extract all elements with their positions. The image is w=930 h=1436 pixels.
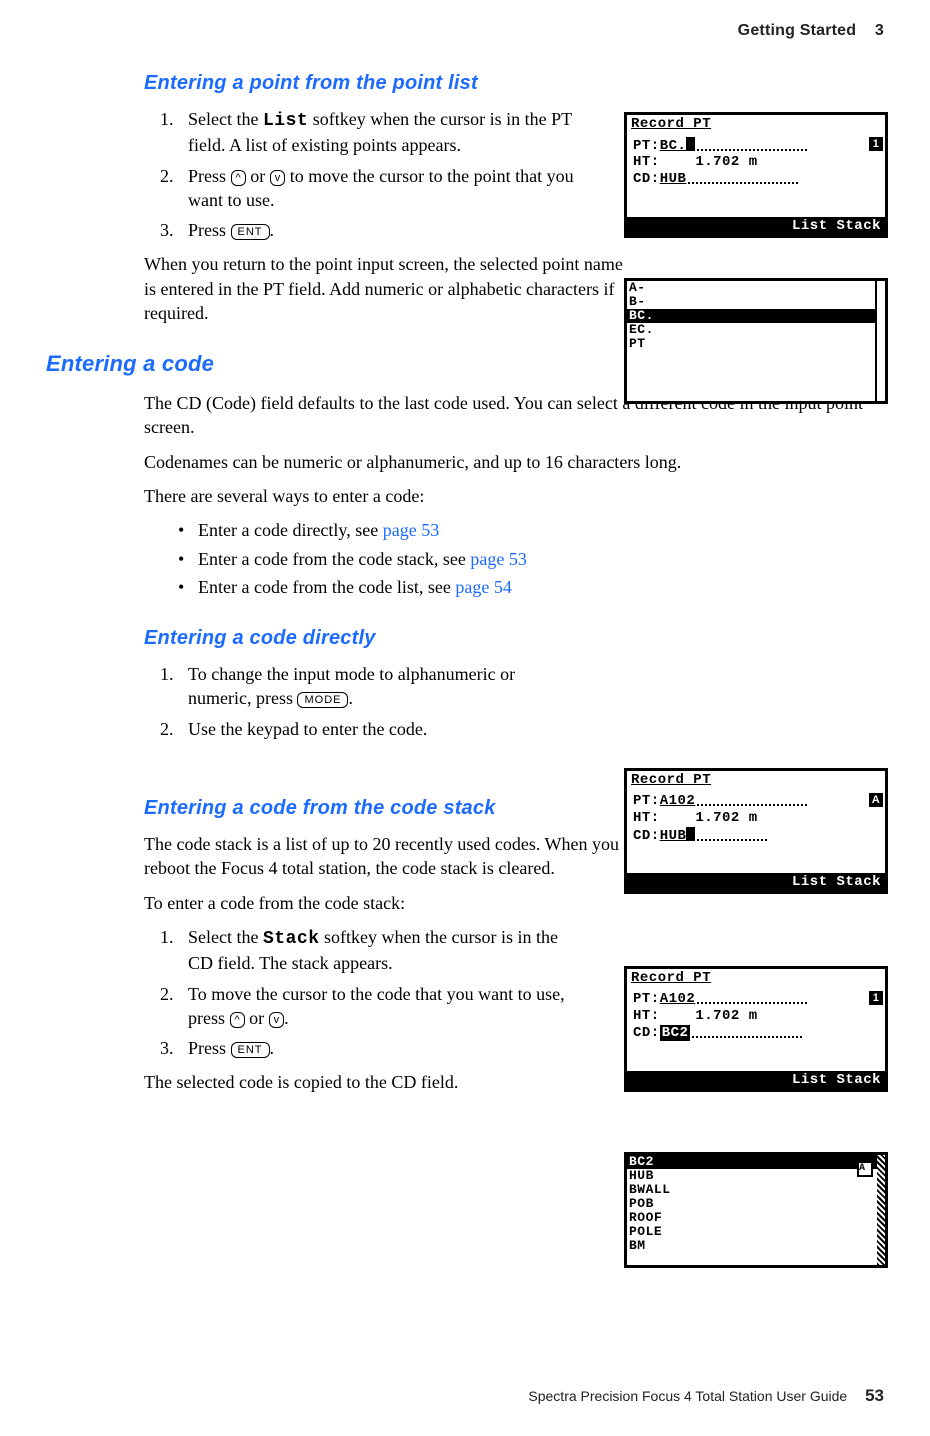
step: To move the cursor to the code that you … <box>178 982 578 1031</box>
steps-code-directly: To change the input mode to alphanumeric… <box>144 662 884 741</box>
screen-footer: List Stack <box>627 1071 885 1089</box>
list-item: PT <box>627 337 885 351</box>
mode-badge: A <box>857 1161 873 1177</box>
list-item: ROOF <box>627 1211 885 1225</box>
up-key-icon: ^ <box>231 170 246 186</box>
list-item: BC2 <box>627 1155 885 1169</box>
step: To change the input mode to alphanumeric… <box>178 662 578 711</box>
paragraph: When you return to the point input scree… <box>144 252 624 325</box>
bullet: Enter a code from the code list, see pag… <box>198 575 884 599</box>
step: Select the List softkey when the cursor … <box>178 107 578 158</box>
device-screen-record-pt-3: Record PT 1 PT:A102 HT: 1.702 m CD:BC2 L… <box>624 966 888 1092</box>
link-page53[interactable]: page 53 <box>383 520 439 540</box>
down-key-icon: v <box>270 170 286 186</box>
list-item: POB <box>627 1197 885 1211</box>
scrollbar-icon <box>875 281 885 401</box>
step: Select the Stack softkey when the cursor… <box>178 925 578 976</box>
heading-code-directly: Entering a code directly <box>144 625 884 652</box>
paragraph: The selected code is copied to the CD fi… <box>144 1070 624 1094</box>
step: Press ENT. <box>178 218 578 242</box>
book-title: Spectra Precision Focus 4 Total Station … <box>528 1388 847 1404</box>
paragraph: The code stack is a list of up to 20 rec… <box>144 832 624 881</box>
list-item: BC. <box>627 309 885 323</box>
paragraph: To enter a code from the code stack: <box>144 891 624 915</box>
down-key-icon: v <box>269 1012 285 1028</box>
screen-footer: List Stack <box>627 217 885 235</box>
step: Press ENT. <box>178 1036 578 1060</box>
screen-title: Record PT <box>629 115 883 133</box>
link-page53b[interactable]: page 53 <box>470 549 526 569</box>
heading-point-from-list: Entering a point from the point list <box>144 70 884 97</box>
step: Press ^ or v to move the cursor to the p… <box>178 164 578 213</box>
mode-key-icon: MODE <box>297 692 348 708</box>
selected-code: BC2 <box>660 1025 691 1041</box>
device-screen-point-list: A-B-BC.EC.PT <box>624 278 888 404</box>
screen-footer: List Stack <box>627 873 885 891</box>
running-header: Getting Started 3 <box>738 20 884 42</box>
scrollbar-icon <box>877 1155 885 1265</box>
chapter-number: 3 <box>875 22 884 39</box>
page-footer: Spectra Precision Focus 4 Total Station … <box>528 1385 884 1408</box>
bullet-list: Enter a code directly, see page 53 Enter… <box>144 518 884 599</box>
steps-point-from-list: Select the List softkey when the cursor … <box>144 107 608 242</box>
bullet: Enter a code from the code stack, see pa… <box>198 547 884 571</box>
softkey-stack: Stack <box>263 929 320 949</box>
paragraph: Codenames can be numeric or alphanumeric… <box>144 450 884 474</box>
list-item: BM <box>627 1239 885 1253</box>
step: Use the keypad to enter the code. <box>178 717 578 741</box>
list-item: A- <box>627 281 885 295</box>
screen-title: Record PT <box>629 969 883 987</box>
softkey-list: List <box>263 111 308 131</box>
page-number: 53 <box>865 1386 884 1405</box>
bullet: Enter a code directly, see page 53 <box>198 518 884 542</box>
up-key-icon: ^ <box>230 1012 245 1028</box>
list-item: EC. <box>627 323 885 337</box>
list-item: BWALL <box>627 1183 885 1197</box>
link-page54[interactable]: page 54 <box>455 577 511 597</box>
section-name: Getting Started <box>738 22 857 39</box>
list-item: POLE <box>627 1225 885 1239</box>
screen-title: Record PT <box>629 771 883 789</box>
ent-key-icon: ENT <box>231 224 270 240</box>
list-item: B- <box>627 295 885 309</box>
list-item: HUB <box>627 1169 885 1183</box>
paragraph: There are several ways to enter a code: <box>144 484 884 508</box>
device-screen-record-pt-2: Record PT A PT:A102 HT: 1.702 m CD:HUB L… <box>624 768 888 894</box>
device-screen-code-stack: BC2HUBBWALLPOBROOFPOLEBM A <box>624 1152 888 1268</box>
device-screen-record-pt-1: Record PT 1 PT:BC. HT: 1.702 m CD:HUB Li… <box>624 112 888 238</box>
ent-key-icon: ENT <box>231 1042 270 1058</box>
